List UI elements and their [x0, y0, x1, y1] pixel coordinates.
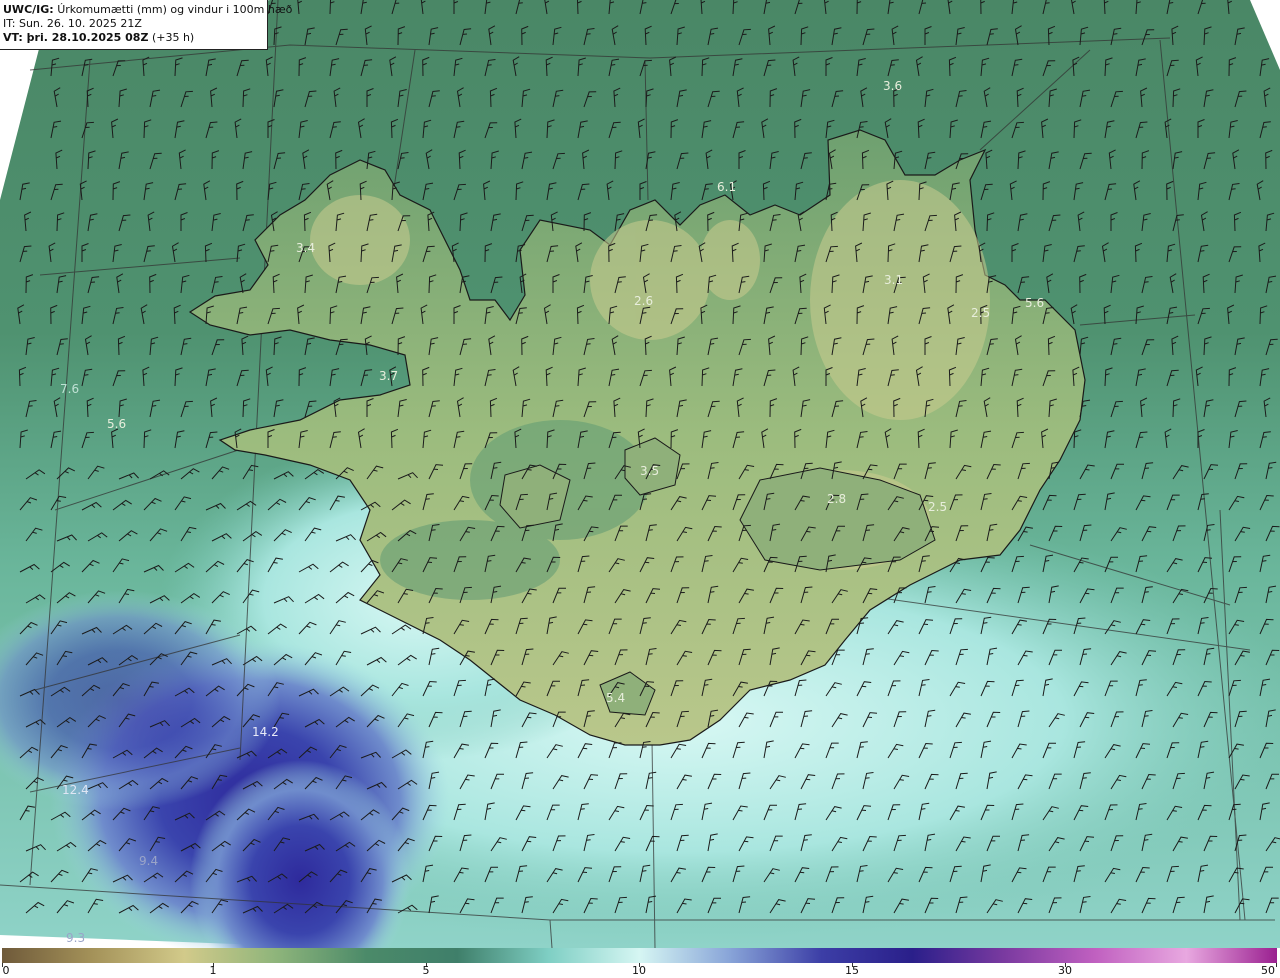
init-time: IT: Sun. 26. 10. 2025 21Z: [3, 17, 142, 30]
field-title: Úrkomumætti (mm) og vindur i 100m hæð: [57, 3, 293, 16]
value-label: 9.3: [66, 931, 85, 945]
colorbar-tick-label: 0: [2, 964, 10, 977]
lead-time: (+35 h): [151, 31, 195, 44]
map-canvas: 3.6 6.1 3.4 2.6 3.1 2.5 5.6 7.6 5.6 3.7 …: [0, 0, 1280, 948]
value-label: 12.4: [62, 783, 89, 797]
colorbar: 0 1 5 10 15 30 50: [0, 948, 1280, 978]
value-label: 2.5: [971, 306, 990, 320]
value-label: 3.5: [640, 464, 659, 478]
value-label: 3.6: [883, 79, 902, 93]
colorbar-tick-label: 15: [845, 964, 859, 977]
value-label: 14.2: [252, 725, 279, 739]
value-label: 2.6: [634, 294, 653, 308]
colorbar-tick-label: 30: [1058, 964, 1072, 977]
product-label: UWC/IG:: [3, 3, 54, 16]
value-label: 3.7: [379, 369, 398, 383]
value-label: 5.4: [606, 691, 625, 705]
value-label: 3.4: [296, 241, 315, 255]
value-label: 2.5: [928, 500, 947, 514]
colorbar-tick-label: 5: [422, 964, 430, 977]
value-label: 5.6: [107, 417, 126, 431]
colorbar-strip: [2, 948, 1277, 963]
value-label: 9.4: [139, 854, 158, 868]
colorbar-tick-label: 1: [209, 964, 217, 977]
value-label: 5.6: [1025, 296, 1044, 310]
value-label: 6.1: [717, 180, 736, 194]
value-label: 3.1: [884, 273, 903, 287]
value-label: 7.6: [60, 382, 79, 396]
colorbar-gradient: [2, 948, 1277, 963]
value-label: 2.8: [827, 492, 846, 506]
valid-time: VT: þri. 28.10.2025 08Z: [3, 31, 149, 44]
colorbar-tick-label: 50: [1261, 964, 1275, 977]
colorbar-tick: [1276, 963, 1277, 967]
precipitation-map[interactable]: 3.6 6.1 3.4 2.6 3.1 2.5 5.6 7.6 5.6 3.7 …: [0, 0, 1280, 948]
map-info-box: UWC/IG: Úrkomumætti (mm) og vindur i 100…: [0, 0, 292, 50]
colorbar-tick-label: 10: [632, 964, 646, 977]
